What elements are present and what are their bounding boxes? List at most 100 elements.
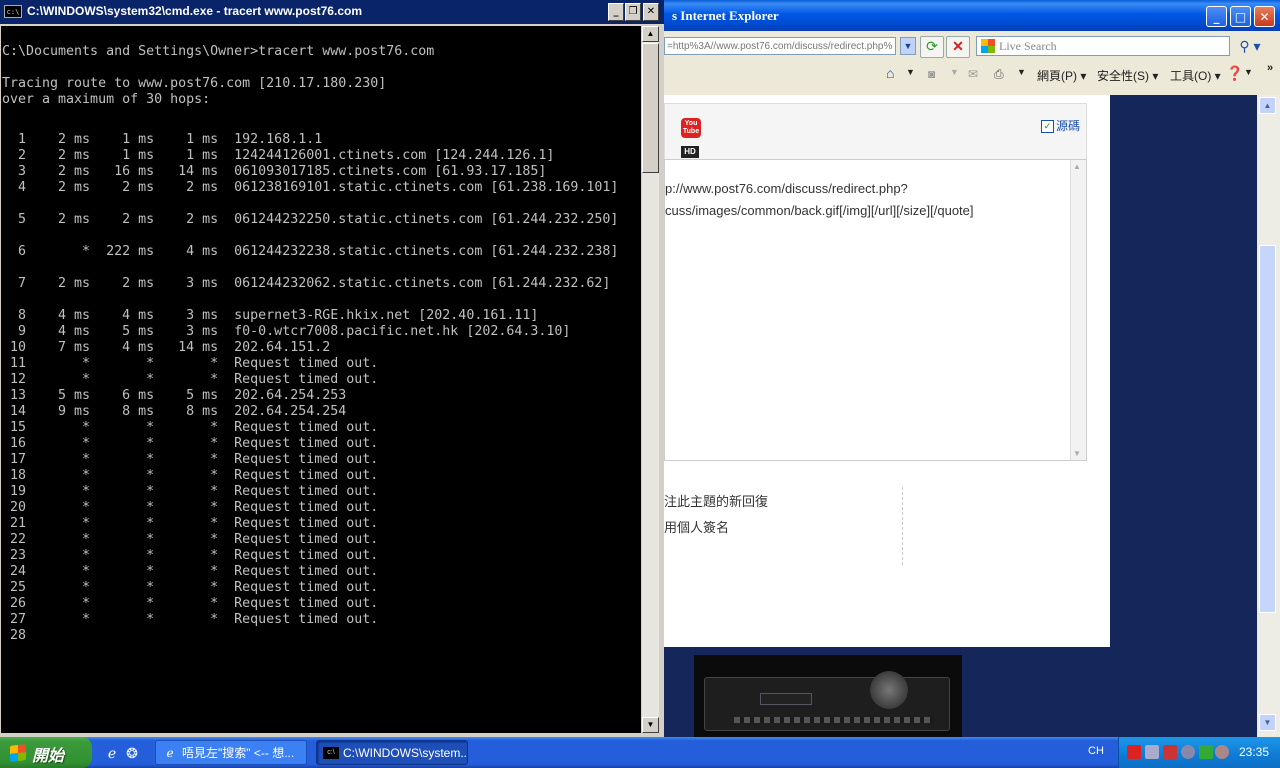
live-search-input[interactable]: Live Search <box>976 36 1230 56</box>
cmd-icon: c:\ <box>323 747 339 759</box>
quicklaunch-ie-icon[interactable]: ℯ <box>104 745 120 761</box>
message-textarea[interactable]: p://www.post76.com/discuss/redirect.php?… <box>664 159 1087 461</box>
refresh-icon[interactable]: ⟳ <box>920 36 944 58</box>
page-menu[interactable]: 網頁(P) ▾ <box>1037 67 1086 84</box>
hop-line: 20 * * * Request timed out. <box>2 500 379 515</box>
hop-line: 15 * * * Request timed out. <box>2 420 379 435</box>
textarea-line: cuss/images/common/back.gif[/img][/url][… <box>665 203 974 218</box>
textarea-scrollbar[interactable]: ▲ ▼ <box>1070 160 1086 460</box>
hop-line: 25 * * * Request timed out. <box>2 580 379 595</box>
home-dropdown-icon[interactable]: ▼ <box>906 67 915 77</box>
av-receiver-ad-image[interactable] <box>694 655 962 737</box>
help-icon[interactable]: ❓ <box>1226 65 1243 82</box>
hop-line: 9 4 ms 5 ms 3 ms f0-0.wtcr7008.pacific.n… <box>2 324 571 339</box>
cmd-icon[interactable]: c:\ <box>4 5 22 18</box>
safety-menu-label: 安全性(S) <box>1097 69 1149 83</box>
scroll-down-icon[interactable]: ▼ <box>642 717 659 733</box>
address-input[interactable]: =http%3A//www.post76.com/discuss/redirec… <box>664 37 896 55</box>
hop-line: 8 4 ms 4 ms 3 ms supernet3-RGE.hkix.net … <box>2 308 539 323</box>
page-menu-label: 網頁(P) <box>1037 69 1077 83</box>
ie-title-bar[interactable]: s Internet Explorer _ □ ✕ <box>664 0 1280 31</box>
hop-line: 11 * * * Request timed out. <box>2 356 379 371</box>
use-signature-option[interactable]: 用個人簽名 <box>664 517 729 536</box>
taskbar-button-cmd[interactable]: c:\ C:\WINDOWS\system... <box>316 740 468 765</box>
live-search-logo-icon <box>981 39 995 53</box>
system-tray: 23:35 <box>1118 737 1280 768</box>
hop-line: 3 2 ms 16 ms 14 ms 061093017185.ctinets.… <box>2 164 547 179</box>
cmd-scroll-thumb[interactable] <box>642 43 659 173</box>
ie-vertical-scrollbar[interactable]: ▲ ▼ <box>1257 95 1280 737</box>
antivirus-icon[interactable] <box>1127 745 1141 759</box>
console-output[interactable]: C:\Documents and Settings\Owner>tracert … <box>1 26 641 733</box>
hop-line: 7 2 ms 2 ms 3 ms 061244232062.static.cti… <box>2 276 611 291</box>
help-dropdown-icon[interactable]: ▼ <box>1244 67 1253 77</box>
ie-title-text: s Internet Explorer <box>672 8 779 23</box>
hop-line: 26 * * * Request timed out. <box>2 596 379 611</box>
hop-line: 6 * 222 ms 4 ms 061244232238.static.ctin… <box>2 244 619 259</box>
volume-icon[interactable] <box>1145 745 1159 759</box>
ime-indicator[interactable]: CH <box>1088 745 1104 757</box>
update-icon[interactable] <box>1181 745 1195 759</box>
cmd-window: c:\ C:\WINDOWS\system32\cmd.exe - tracer… <box>0 0 664 737</box>
textarea-line: p://www.post76.com/discuss/redirect.php? <box>665 181 908 196</box>
tools-menu[interactable]: 工具(O) ▾ <box>1170 67 1221 84</box>
ie-scroll-thumb[interactable] <box>1259 245 1276 613</box>
reply-panel: You Tube HD ✓ 源碼 p://www.post76.com/disc… <box>664 95 1110 647</box>
quicklaunch-app-icon[interactable]: ❂ <box>124 745 140 761</box>
cmd-title-bar[interactable]: c:\ C:\WINDOWS\system32\cmd.exe - tracer… <box>0 0 664 24</box>
start-button[interactable]: 開始 <box>0 737 92 768</box>
ie-minimize-button[interactable]: _ <box>1206 6 1227 27</box>
notify-replies-option[interactable]: 注此主題的新回復 <box>664 491 768 510</box>
hop-line: 2 2 ms 1 ms 1 ms 124244126001.ctinets.co… <box>2 148 555 163</box>
divider <box>902 487 903 565</box>
hop-line: 22 * * * Request timed out. <box>2 532 379 547</box>
tools-menu-label: 工具(O) <box>1170 69 1212 83</box>
trace-header: Tracing route to www.post76.com [210.17.… <box>2 76 387 91</box>
windows-logo-icon <box>10 744 26 762</box>
clock[interactable]: 23:35 <box>1239 745 1269 759</box>
scroll-up-icon[interactable]: ▲ <box>1073 162 1081 171</box>
console-prompt: C:\Documents and Settings\Owner>tracert … <box>2 44 435 59</box>
search-icon[interactable]: ⚲ ▾ <box>1234 36 1266 56</box>
address-dropdown-arrow[interactable]: ▼ <box>900 37 916 55</box>
network-icon[interactable] <box>1163 745 1177 759</box>
print-dropdown-icon[interactable]: ▼ <box>1017 67 1026 77</box>
trace-subheader: over a maximum of 30 hops: <box>2 92 211 107</box>
safety-menu[interactable]: 安全性(S) ▾ <box>1097 67 1158 84</box>
security-icon[interactable] <box>1199 745 1213 759</box>
cmd-restore-button[interactable]: ❐ <box>625 3 641 21</box>
hop-line: 17 * * * Request timed out. <box>2 452 379 467</box>
scroll-up-icon[interactable]: ▲ <box>642 26 659 42</box>
mail-icon[interactable]: ✉ <box>968 67 978 81</box>
editor-toolbar: You Tube HD ✓ 源碼 <box>664 103 1087 161</box>
receiver-display <box>760 693 812 705</box>
scroll-down-icon[interactable]: ▼ <box>1073 449 1081 458</box>
feed-dropdown-icon[interactable]: ▼ <box>950 67 959 77</box>
cmd-vertical-scrollbar[interactable]: ▲ ▼ <box>642 26 659 733</box>
ie-close-button[interactable]: ✕ <box>1254 6 1275 27</box>
rss-feed-icon[interactable]: ◙ <box>928 67 935 81</box>
cmd-minimize-button[interactable]: _ <box>608 3 624 21</box>
start-label: 開始 <box>32 748 65 765</box>
hop-line: 12 * * * Request timed out. <box>2 372 379 387</box>
source-checkbox[interactable]: ✓ <box>1041 120 1054 133</box>
scroll-down-icon[interactable]: ▼ <box>1259 714 1276 731</box>
hop-line: 19 * * * Request timed out. <box>2 484 379 499</box>
hop-line: 5 2 ms 2 ms 2 ms 061244232250.static.cti… <box>2 212 619 227</box>
hop-line: 28 <box>2 628 235 643</box>
taskbar-button-label: C:\WINDOWS\system... <box>343 746 468 760</box>
cmd-close-button[interactable]: ✕ <box>643 3 659 21</box>
ie-maximize-button[interactable]: □ <box>1230 6 1251 27</box>
taskbar-button-ie[interactable]: ℯ 唔見左"搜索" <-- 想... <box>155 740 307 765</box>
cmd-title-text: C:\WINDOWS\system32\cmd.exe - tracert ww… <box>27 4 362 18</box>
stop-icon[interactable]: ✕ <box>946 36 970 58</box>
hop-line: 23 * * * Request timed out. <box>2 548 379 563</box>
receiver-buttons <box>734 717 934 723</box>
home-icon[interactable]: ⌂ <box>886 65 894 81</box>
print-icon[interactable]: ⎙ <box>994 67 1004 82</box>
scroll-up-icon[interactable]: ▲ <box>1259 97 1276 114</box>
hop-line: 24 * * * Request timed out. <box>2 564 379 579</box>
tray-app-icon[interactable] <box>1215 745 1229 759</box>
hd-icon[interactable]: HD <box>681 146 699 158</box>
youtube-icon[interactable]: You Tube <box>681 118 701 138</box>
